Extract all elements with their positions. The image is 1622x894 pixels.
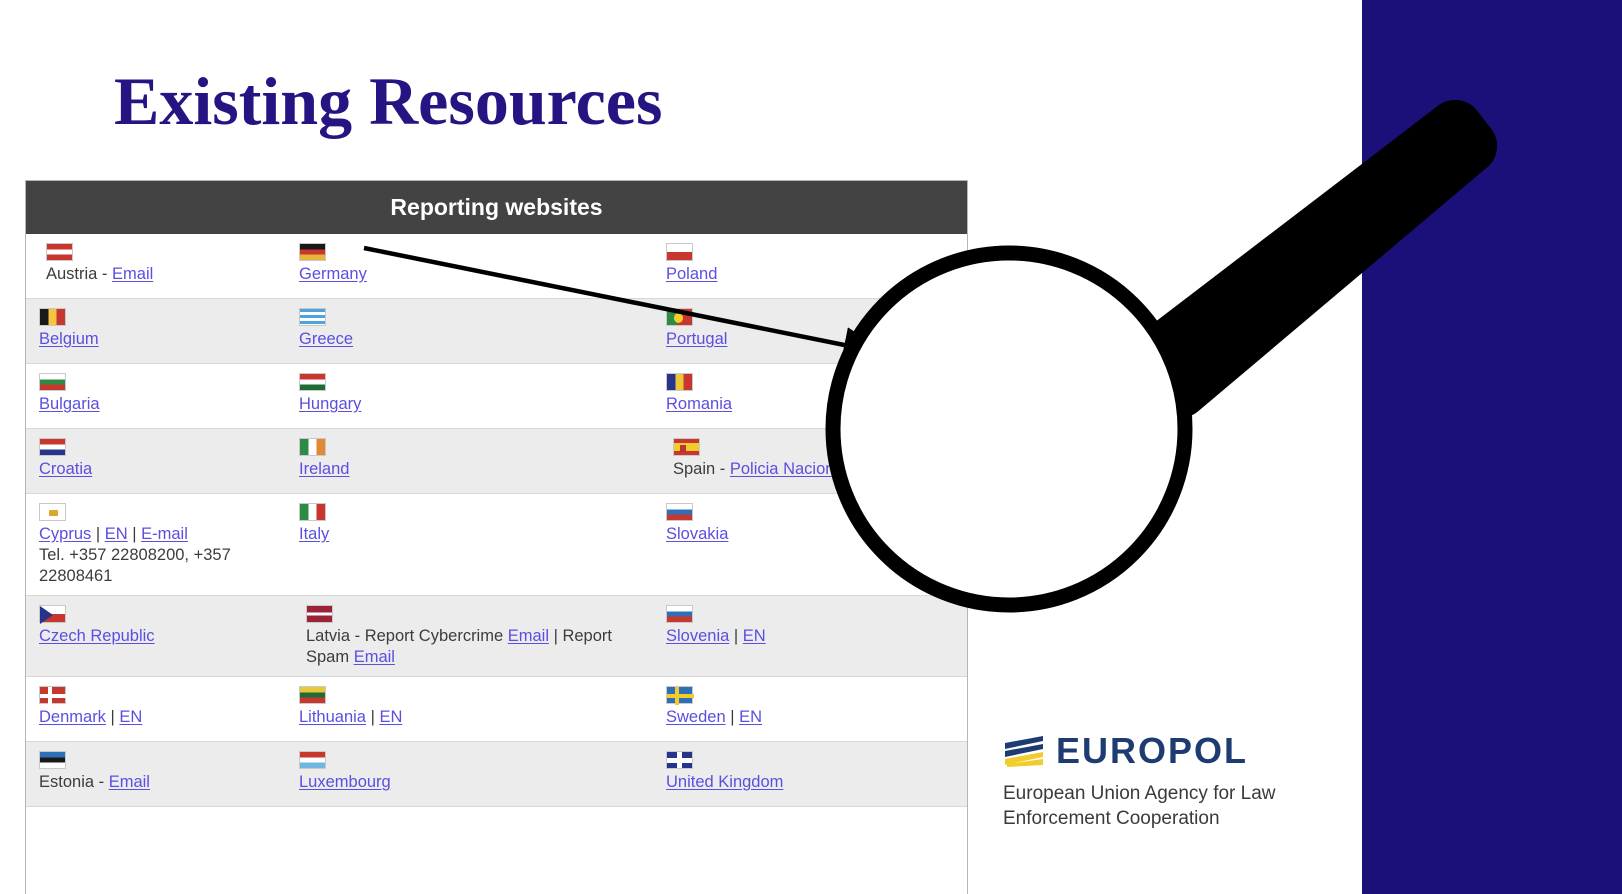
magnifier-glass: Offizielles Portal der deutschen P Poliz…	[0, 0, 1622, 894]
europol-wordmark: EUROPOL	[1003, 733, 1303, 769]
magnifier-lens: Offizielles Portal der deutschen P Poliz…	[826, 246, 1192, 612]
europol-name: EUROPOL	[1056, 730, 1249, 771]
europol-tagline: European Union Agency for Law Enforcemen…	[1003, 783, 1276, 829]
magnifier-handle	[1117, 100, 1497, 418]
europol-wave-icon	[1005, 736, 1043, 767]
europol-logo: EUROPOL European Union Agency for Law En…	[1003, 733, 1303, 831]
